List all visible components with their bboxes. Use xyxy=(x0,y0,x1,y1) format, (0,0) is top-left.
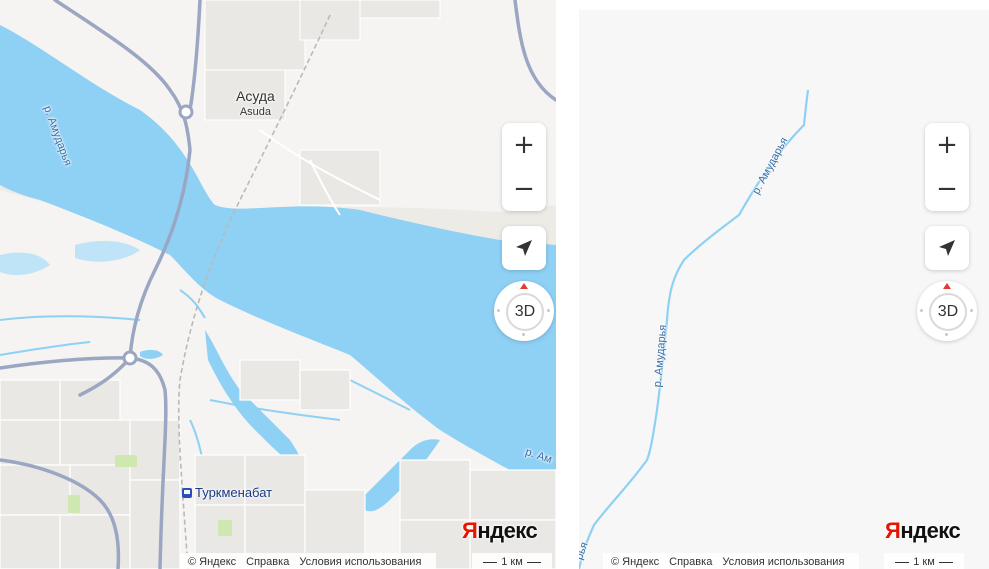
compass-north-icon xyxy=(520,283,528,289)
compass-dot xyxy=(522,333,525,336)
map-panel-right[interactable]: р. Амударья р. Амударья рья + − 3D Яндек… xyxy=(579,10,989,569)
3d-toggle-label: 3D xyxy=(929,293,967,331)
copyright-link[interactable]: © Яндекс xyxy=(188,556,236,568)
navigation-arrow-icon xyxy=(939,240,955,256)
place-label-latin: Asuda xyxy=(239,106,272,118)
compass-3d-control[interactable]: 3D xyxy=(917,281,977,341)
place-label-name: Асуда xyxy=(236,88,275,104)
map-footer: © Яндекс Справка Условия использования xyxy=(180,553,436,569)
city-label-name: Туркменабат xyxy=(195,485,273,500)
scale-bar-line xyxy=(526,561,541,563)
map-canvas-left[interactable] xyxy=(0,0,556,569)
compass-dot xyxy=(970,309,973,312)
copyright-link[interactable]: © Яндекс xyxy=(611,556,659,568)
yandex-logo[interactable]: Яндекс xyxy=(885,518,961,544)
place-label-asuda[interactable]: Асуда Asuda xyxy=(236,88,275,120)
roundabout xyxy=(178,104,194,120)
compass-dot xyxy=(920,309,923,312)
railway-station-icon xyxy=(182,487,192,498)
compass-dot xyxy=(945,333,948,336)
scale-bar-line xyxy=(483,561,498,563)
logo-letter: Я xyxy=(885,518,901,543)
help-link[interactable]: Справка xyxy=(669,556,712,568)
compass-north-icon xyxy=(943,283,951,289)
help-link[interactable]: Справка xyxy=(246,556,289,568)
scale-label: 1 км xyxy=(913,556,935,568)
compass-3d-control[interactable]: 3D xyxy=(494,281,554,341)
zoom-in-button[interactable]: + xyxy=(925,123,969,167)
map-footer: © Яндекс Справка Условия использования xyxy=(603,553,859,569)
roundabout xyxy=(122,350,138,366)
terms-link[interactable]: Условия использования xyxy=(722,556,844,568)
logo-letter: Я xyxy=(462,518,478,543)
zoom-control: + − xyxy=(502,123,546,211)
geolocation-button[interactable] xyxy=(925,226,969,270)
terms-link[interactable]: Условия использования xyxy=(299,556,421,568)
navigation-arrow-icon xyxy=(516,240,532,256)
zoom-control: + − xyxy=(925,123,969,211)
map-panel-left[interactable]: Асуда Asuda р. Амударья р. Ам Туркменаба… xyxy=(0,0,556,569)
logo-text: ндекс xyxy=(900,518,961,543)
city-label-turkmenabat[interactable]: Туркменабат xyxy=(182,485,272,500)
compass-dot xyxy=(547,309,550,312)
zoom-out-button[interactable]: − xyxy=(925,167,969,211)
scale-bar: 1 км xyxy=(472,553,552,569)
zoom-in-button[interactable]: + xyxy=(502,123,546,167)
scale-bar: 1 км xyxy=(884,553,964,569)
scale-bar-line xyxy=(938,561,953,563)
compass-dot xyxy=(497,309,500,312)
zoom-out-button[interactable]: − xyxy=(502,167,546,211)
3d-toggle-label: 3D xyxy=(506,293,544,331)
geolocation-button[interactable] xyxy=(502,226,546,270)
scale-bar-line xyxy=(895,561,910,563)
scale-label: 1 км xyxy=(501,556,523,568)
yandex-logo[interactable]: Яндекс xyxy=(462,518,538,544)
logo-text: ндекс xyxy=(477,518,538,543)
